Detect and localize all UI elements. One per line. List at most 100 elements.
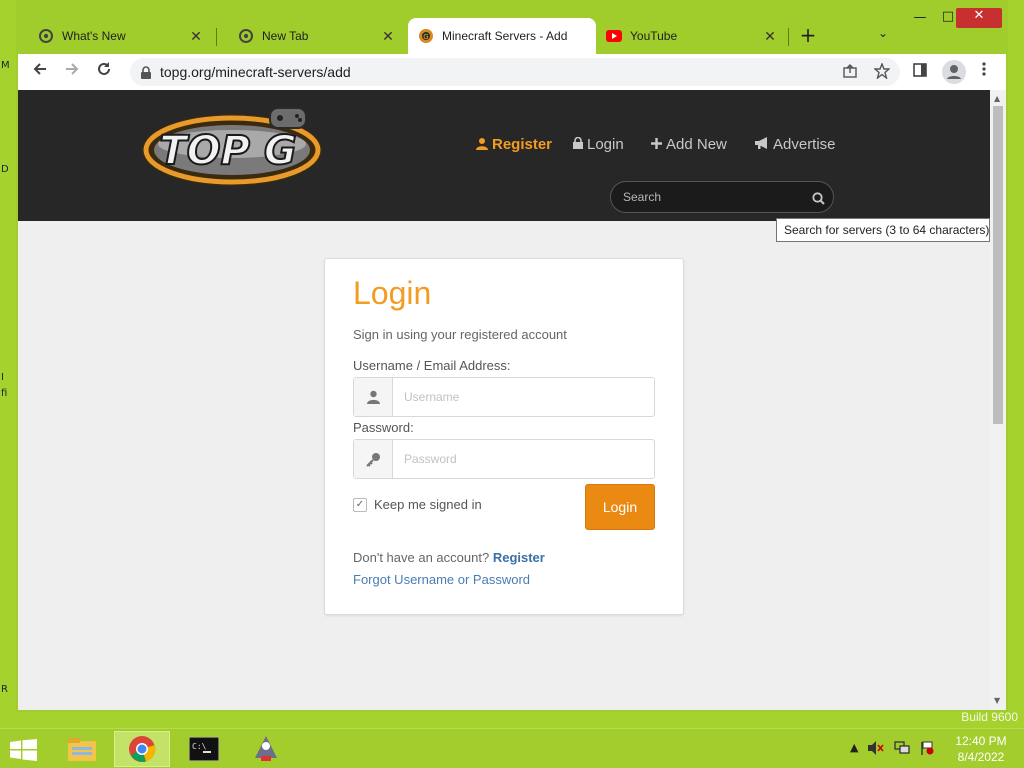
register-link[interactable]: Register (493, 550, 545, 565)
address-bar[interactable]: topg.org/minecraft-servers/add (130, 58, 900, 86)
windows-build-text: Build 9600 (961, 710, 1018, 724)
nav-advertise-label: Advertise (773, 136, 836, 153)
nav-login-link[interactable]: Login (573, 136, 624, 153)
tab-label: What's New (62, 29, 126, 43)
reload-button[interactable] (92, 61, 116, 83)
close-icon[interactable]: ✕ (380, 28, 396, 45)
keep-signed-in-label: Keep me signed in (374, 497, 482, 512)
tab-separator (788, 28, 789, 46)
logo-text: TOP G (159, 128, 296, 174)
reload-icon (98, 62, 110, 75)
forward-arrow-icon (66, 63, 79, 75)
site-search-box (610, 181, 834, 213)
close-icon[interactable]: ✕ (188, 28, 204, 45)
bookmark-star-icon[interactable] (873, 62, 891, 83)
clock-time: 12:40 PM (955, 734, 1007, 748)
taskbar: C:\ ▲ 12:40 PM 8/4/2022 (0, 728, 1024, 768)
tab-youtube[interactable]: YouTube ✕ (596, 18, 788, 54)
chrome-icon (238, 28, 254, 44)
nav-advertise-link[interactable]: Advertise (755, 136, 836, 153)
site-search-input[interactable] (623, 188, 803, 206)
tab-label: New Tab (262, 29, 309, 43)
network-icon[interactable] (894, 741, 911, 758)
java-app-icon[interactable] (238, 731, 294, 767)
desktop-glyph: M (1, 60, 10, 71)
volume-muted-icon[interactable] (868, 741, 885, 758)
password-input[interactable] (404, 450, 644, 468)
tab-label: YouTube (630, 29, 678, 43)
windows-logo-icon (10, 739, 37, 761)
nav-add-new-label: Add New (666, 136, 727, 153)
side-panel-button[interactable] (908, 61, 932, 83)
svg-text:G: G (423, 33, 428, 41)
close-window-button[interactable]: ✕ (956, 8, 1002, 28)
login-title: Login (353, 275, 432, 311)
login-button[interactable]: Login (585, 484, 655, 530)
password-label: Password: (353, 420, 414, 435)
close-icon[interactable]: ✕ (762, 28, 778, 45)
lock-icon (140, 65, 152, 84)
start-button[interactable] (10, 739, 38, 761)
browser-toolbar: topg.org/minecraft-servers/add (18, 54, 1006, 90)
keep-signed-in-checkbox[interactable]: ✓ (353, 497, 367, 512)
user-icon (476, 137, 488, 153)
back-arrow-icon (33, 63, 46, 75)
plus-icon (651, 137, 662, 152)
megaphone-icon (755, 137, 769, 152)
site-header: TOP G Register Login Add New Advertise S… (18, 90, 990, 221)
username-input[interactable] (404, 388, 644, 406)
chrome-icon[interactable] (114, 731, 170, 767)
nav-register-label: Register (492, 136, 553, 153)
new-tab-button[interactable]: + (798, 25, 818, 46)
password-field-group (353, 439, 655, 479)
youtube-icon (606, 28, 622, 44)
scroll-up-icon[interactable]: ▲ (994, 94, 1000, 103)
show-hidden-icons-icon[interactable]: ▲ (850, 741, 858, 758)
keep-signed-in-option[interactable]: ✓ Keep me signed in (353, 497, 482, 512)
desktop-glyph: fi (1, 388, 8, 399)
scroll-down-icon[interactable]: ▼ (994, 696, 1000, 705)
back-button[interactable] (28, 61, 52, 83)
nav-add-new-link[interactable]: Add New (651, 136, 727, 153)
lock-icon (573, 136, 583, 152)
browser-menu-button[interactable] (972, 61, 996, 83)
key-icon (354, 440, 393, 478)
no-account-label: Don't have an account? (353, 550, 490, 565)
nav-register-link[interactable]: Register (476, 136, 552, 153)
minimize-button[interactable]: — (906, 10, 934, 30)
action-center-flag-icon[interactable] (920, 741, 934, 758)
share-icon[interactable] (842, 63, 858, 83)
clock-date: 8/4/2022 (957, 750, 1005, 764)
profile-avatar-icon[interactable] (942, 60, 966, 84)
no-account-text: Don't have an account? Register (353, 550, 545, 565)
forward-button[interactable] (60, 61, 84, 83)
search-tooltip: Search for servers (3 to 64 characters) (776, 218, 990, 242)
web-page: TOP G Register Login Add New Advertise S… (18, 90, 990, 710)
tab-minecraft-servers[interactable]: G Minecraft Servers - Add (408, 18, 596, 54)
nav-login-label: Login (587, 136, 624, 153)
login-subtitle: Sign in using your registered account (353, 327, 567, 342)
scroll-thumb[interactable] (993, 106, 1003, 424)
kebab-menu-icon (982, 62, 986, 76)
desktop-glyph: R (1, 684, 8, 695)
username-field-group (353, 377, 655, 417)
taskbar-clock[interactable]: 12:40 PM 8/4/2022 (950, 733, 1012, 765)
command-prompt-icon[interactable]: C:\ (176, 731, 232, 767)
forgot-credentials-link[interactable]: Forgot Username or Password (353, 572, 530, 587)
tab-search-button[interactable]: ⌄ (878, 26, 888, 40)
tab-whats-new[interactable]: What's New ✕ (16, 18, 214, 54)
tab-label: Minecraft Servers - Add (442, 29, 568, 43)
search-icon[interactable] (812, 190, 825, 209)
username-label: Username / Email Address: (353, 358, 511, 373)
desktop-glyph: I (1, 372, 4, 383)
file-explorer-icon[interactable] (54, 731, 110, 767)
browser-window: What's New ✕ New Tab ✕ G Minecraft Serve… (16, 0, 1008, 712)
page-scrollbar[interactable]: ▲ ▼ (990, 90, 1006, 710)
desktop-glyph: D (1, 164, 9, 175)
tab-new-tab[interactable]: New Tab ✕ (216, 18, 406, 54)
login-card: Login Sign in using your registered acco… (324, 258, 684, 615)
url-text: topg.org/minecraft-servers/add (160, 64, 351, 80)
user-icon (354, 378, 393, 416)
svg-text:C:\: C:\ (192, 742, 207, 751)
topg-logo[interactable]: TOP G (140, 104, 326, 188)
